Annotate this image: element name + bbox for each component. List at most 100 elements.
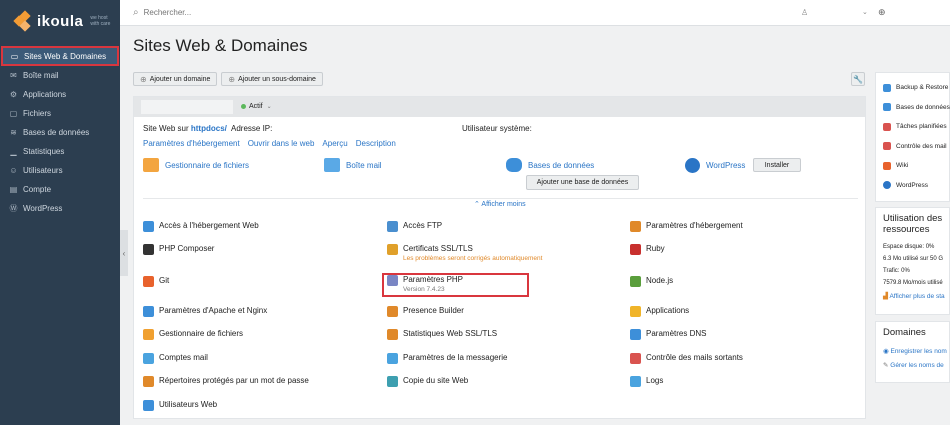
web-hosting-access[interactable]: Accès à l'hébergement Web bbox=[143, 221, 259, 232]
sidebar-item-label: Fichiers bbox=[23, 109, 52, 118]
nodejs[interactable]: Node.js bbox=[630, 276, 673, 287]
brand-logo[interactable]: ikoula we host with care bbox=[0, 0, 120, 42]
php-composer[interactable]: PHP Composer bbox=[143, 244, 214, 255]
search-icon: ⌕ bbox=[133, 7, 139, 18]
divider bbox=[143, 198, 858, 199]
mail-control-link[interactable]: Contrôle des mail bbox=[883, 137, 949, 157]
scheduled-tasks-link[interactable]: Tâches planifiées bbox=[883, 117, 949, 137]
add-subdomain-button[interactable]: ⊕ Ajouter un sous-domaine bbox=[221, 72, 323, 86]
sidebar: ikoula we host with care ▭ Sites Web & Dom… bbox=[0, 0, 120, 425]
site-path-link[interactable]: httpdocs/ bbox=[191, 124, 227, 133]
mail-accounts[interactable]: Comptes mail bbox=[143, 353, 208, 364]
quick-links: Backup & Restore Bases de données Tâches… bbox=[875, 72, 950, 202]
traffic-detail: 7579.8 Mo/mois utilisé bbox=[883, 280, 943, 286]
ruby[interactable]: Ruby bbox=[630, 244, 665, 255]
install-wordpress-button[interactable]: Installer bbox=[753, 158, 801, 172]
globe-icon: ◉ bbox=[883, 348, 889, 355]
ssl-web-statistics[interactable]: Statistiques Web SSL/TLS bbox=[387, 329, 497, 340]
site-path-info: Site Web sur httpdocs/ bbox=[143, 124, 227, 133]
add-database-button[interactable]: Ajouter une base de données bbox=[526, 175, 639, 190]
databases-tool[interactable]: Bases de données bbox=[506, 158, 594, 172]
show-less-toggle[interactable]: ⌃ Afficher moins bbox=[474, 200, 526, 208]
globe-icon bbox=[143, 221, 154, 232]
folder-icon: ▢ bbox=[9, 109, 18, 118]
outgoing-mail-control[interactable]: Contrôle des mails sortants bbox=[630, 353, 743, 364]
sidebar-item-mail[interactable]: ✉ Boîte mail bbox=[0, 66, 120, 85]
nodejs-icon bbox=[630, 276, 641, 287]
sidebar-item-sites[interactable]: ▭ Sites Web & Domaines bbox=[1, 46, 119, 66]
apache-nginx-settings[interactable]: Paramètres d'Apache et Nginx bbox=[143, 306, 267, 317]
git[interactable]: Git bbox=[143, 276, 169, 287]
register-domains-link[interactable]: ◉ Enregistrer les nom bbox=[883, 347, 949, 361]
wordpress-link[interactable]: WordPress bbox=[883, 176, 949, 196]
resource-usage-panel: Utilisation des ressources Espace disque:… bbox=[875, 207, 950, 315]
chevron-down-icon[interactable]: ⌄ bbox=[862, 8, 868, 16]
status-dot-icon bbox=[241, 104, 246, 109]
server-icon bbox=[143, 306, 154, 317]
backup-icon bbox=[883, 83, 891, 92]
ssl-certificates[interactable]: Certificats SSL/TLS Les problèmes seront … bbox=[387, 244, 542, 262]
chevron-down-icon: ⌄ bbox=[266, 104, 272, 110]
logo-mark-icon bbox=[13, 10, 34, 32]
password-protected-directories[interactable]: Répertoires protégés par un mot de passe bbox=[143, 376, 309, 387]
domain-name[interactable] bbox=[141, 100, 233, 114]
description-link[interactable]: Description bbox=[356, 139, 396, 148]
hosting-settings[interactable]: Paramètres d'hébergement bbox=[630, 221, 743, 232]
mail-icon bbox=[143, 353, 154, 364]
wordpress-icon bbox=[685, 158, 700, 173]
right-panel: Backup & Restore Bases de données Tâches… bbox=[875, 72, 950, 383]
website-copy[interactable]: Copie du site Web bbox=[387, 376, 468, 387]
chevron-left-icon: ‹ bbox=[122, 248, 126, 258]
wordpress-tool[interactable]: WordPress bbox=[685, 158, 745, 173]
manage-domains-link[interactable]: ✎ Gérer les noms de bbox=[883, 361, 949, 369]
sidebar-item-databases[interactable]: ≋ Bases de données bbox=[0, 123, 120, 142]
mailbox-tool[interactable]: Boîte mail bbox=[324, 158, 382, 172]
presence-builder[interactable]: Presence Builder bbox=[387, 306, 464, 317]
file-manager[interactable]: Gestionnaire de fichiers bbox=[143, 329, 243, 340]
applications[interactable]: Applications bbox=[630, 306, 689, 317]
chart-icon: ▟ bbox=[883, 293, 888, 300]
globe-icon[interactable]: ⊕ bbox=[878, 7, 886, 18]
user-menu-icon[interactable]: ♙ bbox=[801, 8, 808, 17]
sidebar-collapse-toggle[interactable]: ‹ bbox=[120, 230, 128, 276]
sidebar-item-statistics[interactable]: ▁ Statistiques bbox=[0, 142, 120, 161]
logs[interactable]: Logs bbox=[630, 376, 663, 387]
copy-icon bbox=[387, 376, 398, 387]
dns-settings[interactable]: Paramètres DNS bbox=[630, 329, 706, 340]
calendar-icon bbox=[883, 122, 891, 131]
wiki-link[interactable]: Wiki bbox=[883, 156, 949, 176]
user-icon: ☺ bbox=[9, 166, 18, 175]
sidebar-nav: ▭ Sites Web & Domaines ✉ Boîte mail ⚙ Appli… bbox=[0, 46, 120, 218]
git-icon bbox=[143, 276, 154, 287]
mail-settings[interactable]: Paramètres de la messagerie bbox=[387, 353, 508, 364]
file-manager-tool[interactable]: Gestionnaire de fichiers bbox=[143, 158, 249, 172]
sidebar-item-label: Statistiques bbox=[23, 147, 65, 156]
preview-link[interactable]: Aperçu bbox=[322, 139, 347, 148]
ftp-access[interactable]: Accès FTP bbox=[387, 221, 442, 232]
domain-links: Paramètres d'hébergement Ouvrir dans le … bbox=[143, 139, 396, 148]
system-user-label: Utilisateur système: bbox=[462, 124, 532, 133]
open-in-web-link[interactable]: Ouvrir dans le web bbox=[248, 139, 315, 148]
database-icon bbox=[506, 158, 522, 172]
add-domain-button[interactable]: ⊕ Ajouter un domaine bbox=[133, 72, 218, 86]
ftp-icon bbox=[387, 221, 398, 232]
sidebar-item-files[interactable]: ▢ Fichiers bbox=[0, 104, 120, 123]
backup-restore-link[interactable]: Backup & Restore bbox=[883, 78, 949, 98]
sidebar-item-account[interactable]: ▤ Compte bbox=[0, 180, 120, 199]
chart-icon: ▁ bbox=[10, 147, 17, 156]
sidebar-item-applications[interactable]: ⚙ Applications bbox=[0, 85, 120, 104]
wrench-icon[interactable]: 🔧 bbox=[851, 72, 865, 86]
show-more-stats-link[interactable]: ▟ Afficher plus de sta bbox=[883, 292, 949, 300]
composer-icon bbox=[143, 244, 154, 255]
sidebar-item-users[interactable]: ☺ Utilisateurs bbox=[0, 161, 120, 180]
hosting-settings-link[interactable]: Paramètres d'hébergement bbox=[143, 139, 240, 148]
sidebar-item-label: Utilisateurs bbox=[23, 166, 63, 175]
sidebar-item-wordpress[interactable]: Ⓦ WordPress bbox=[0, 199, 120, 218]
search-input[interactable] bbox=[143, 8, 444, 17]
sidebar-item-label: WordPress bbox=[23, 204, 63, 213]
status-badge[interactable]: Actif ⌄ bbox=[241, 103, 272, 110]
dns-icon bbox=[630, 329, 641, 340]
web-users[interactable]: Utilisateurs Web bbox=[143, 400, 217, 411]
databases-link[interactable]: Bases de données bbox=[883, 98, 950, 118]
sidebar-item-label: Compte bbox=[23, 185, 52, 194]
